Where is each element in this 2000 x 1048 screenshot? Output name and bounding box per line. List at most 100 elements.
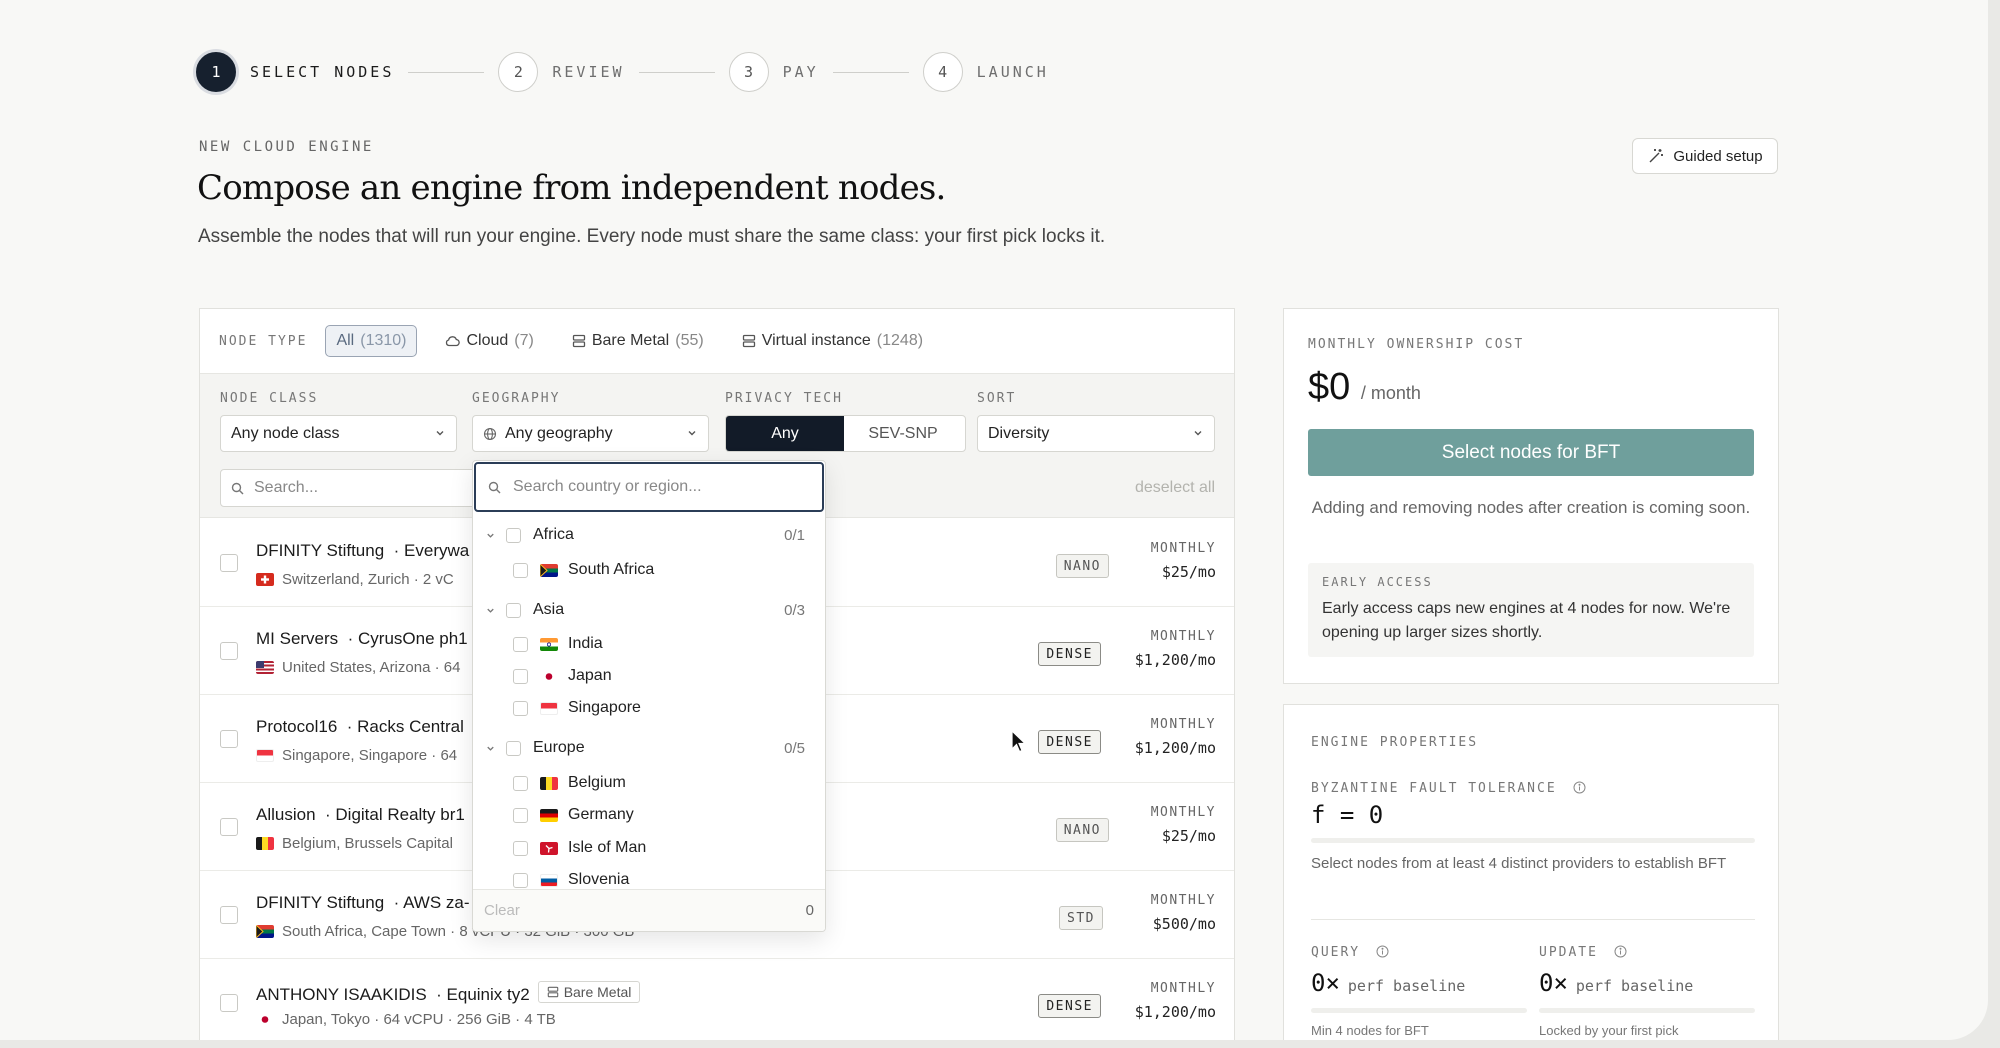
step-select-nodes[interactable]: 1 SELECT NODES [196,52,394,92]
mouse-cursor-icon [1011,730,1027,753]
query-label-text: QUERY [1311,945,1361,960]
country-germany[interactable]: Germany [513,799,634,831]
early-access-label: EARLY ACCESS [1322,575,1433,589]
country-india[interactable]: India [513,628,603,660]
country-checkbox[interactable] [513,668,528,684]
chevron-down-icon [688,431,696,436]
query-bar-track [1311,1008,1527,1013]
datacenter-name: · Digital Realty br1 [325,805,465,824]
datacenter-name: · Racks Central [346,717,464,736]
chevron-down-icon [436,431,444,436]
node-type-virtual-instance[interactable]: Virtual instance (1248) [732,326,933,356]
row-checkbox[interactable] [220,642,238,660]
region-checkbox[interactable] [506,602,521,618]
select-nodes-bft-button[interactable]: Select nodes for BFT [1308,429,1754,476]
table-row[interactable]: ANTHONY ISAAKIDIS · Equinix ty2 Bare Meta… [200,959,1234,1040]
node-class-badge: NANO [1055,818,1109,842]
country-checkbox[interactable] [513,562,528,578]
node-search-input[interactable]: Search... [220,469,480,507]
belgium-flag-icon [256,837,274,850]
update-sub: perf baseline [1575,977,1694,995]
sort-select[interactable]: Diversity [977,415,1215,452]
region-checkbox[interactable] [506,740,521,756]
country-belgium[interactable]: Belgium [513,767,626,799]
geography-select[interactable]: Any geography [472,415,709,452]
country-checkbox[interactable] [513,872,528,888]
step-connector [408,71,485,73]
country-checkbox[interactable] [513,700,528,716]
deselect-all-link[interactable]: deselect all [1135,479,1215,497]
row-checkbox[interactable] [220,906,238,924]
country-search-input[interactable]: Search country or region... [474,462,824,512]
country-japan[interactable]: Japan [513,660,612,692]
step-launch[interactable]: 4 LAUNCH [922,52,1049,92]
monthly-price: $25/mo [1161,563,1216,581]
provider-name: Allusion [256,805,316,824]
step-connector [832,71,909,73]
node-type-all[interactable]: All (1310) [325,325,418,357]
provider-name: Protocol16 [256,717,338,736]
row-checkbox[interactable] [220,730,238,748]
step-pay[interactable]: 3 PAY [728,52,819,92]
country-isle-of-man[interactable]: Isle of Man [513,832,646,864]
country-name: Japan [568,667,612,684]
clear-selection-button[interactable]: Clear [484,902,520,919]
node-location: Japan, Tokyo · 64 vCPU · 256 GiB · 4 TB [256,1011,556,1028]
region-africa[interactable]: Africa 0/1 [485,519,815,551]
region-checkbox[interactable] [506,527,521,543]
geography-dropdown: Search country or region... Africa 0/1 S… [472,460,826,932]
privacy-tech-label: PRIVACY TECH [725,391,843,406]
monthly-price: $1,200/mo [1134,1003,1216,1021]
update-metric: 0× perf baseline [1539,969,1693,997]
query-value: 0× [1311,969,1340,997]
node-location: Belgium, Brussels Capital [256,835,453,852]
usa-flag-icon [256,661,274,674]
country-checkbox[interactable] [513,807,528,823]
row-checkbox[interactable] [220,818,238,836]
query-metric: 0× perf baseline [1311,969,1465,997]
country-singapore[interactable]: Singapore [513,692,641,724]
page: 1 SELECT NODES 2 REVIEW 3 PAY 4 LAUNCH N… [0,0,1988,1040]
info-icon[interactable] [1376,945,1389,958]
engine-properties-label: ENGINE PROPERTIES [1311,735,1479,750]
selected-count: 0 [805,902,814,919]
region-europe[interactable]: Europe 0/5 [485,732,815,764]
node-class-badge: DENSE [1038,730,1101,754]
row-checkbox[interactable] [220,994,238,1012]
country-name: Singapore [568,699,641,716]
privacy-sev-snp-button[interactable]: SEV-SNP [844,416,962,451]
info-icon[interactable] [1573,781,1586,794]
node-class-badge: DENSE [1038,994,1101,1018]
country-south-africa[interactable]: South Africa [513,554,654,586]
chevron-down-icon [487,533,494,538]
row-checkbox[interactable] [220,554,238,572]
country-checkbox[interactable] [513,840,528,856]
guided-setup-button[interactable]: Guided setup [1632,138,1778,174]
provider-name: DFINITY Stiftung [256,541,385,560]
belgium-flag-icon [540,776,558,790]
switzerland-flag-icon [256,573,274,586]
monthly-price: $25/mo [1161,827,1216,845]
update-label-text: UPDATE [1539,945,1598,960]
node-type-bare-metal[interactable]: Bare Metal (55) [562,326,714,356]
page-description: Assemble the nodes that will run your en… [198,226,1106,247]
monthly-label: MONTHLY [1150,541,1216,556]
chip-label: Cloud [466,332,509,349]
node-class-select[interactable]: Any node class [220,415,457,452]
step-number: 3 [728,52,769,92]
chip-count: (55) [675,332,704,349]
info-icon[interactable] [1614,945,1627,958]
region-asia[interactable]: Asia 0/3 [485,594,815,626]
country-checkbox[interactable] [513,636,528,652]
node-type-cloud[interactable]: Cloud (7) [435,326,543,356]
step-review[interactable]: 2 REVIEW [498,52,624,92]
sort-label: SORT [977,391,1017,406]
slovenia-flag-icon [540,873,558,887]
country-checkbox[interactable] [513,775,528,791]
node-location: United States, Arizona · 64 [256,659,460,676]
chip-label: Virtual instance [761,332,871,349]
privacy-tech-toggle: Any SEV-SNP [725,415,966,452]
bft-label-text: BYZANTINE FAULT TOLERANCE [1311,781,1557,796]
privacy-any-button[interactable]: Any [726,416,844,451]
chip-count: (1248) [876,332,924,349]
